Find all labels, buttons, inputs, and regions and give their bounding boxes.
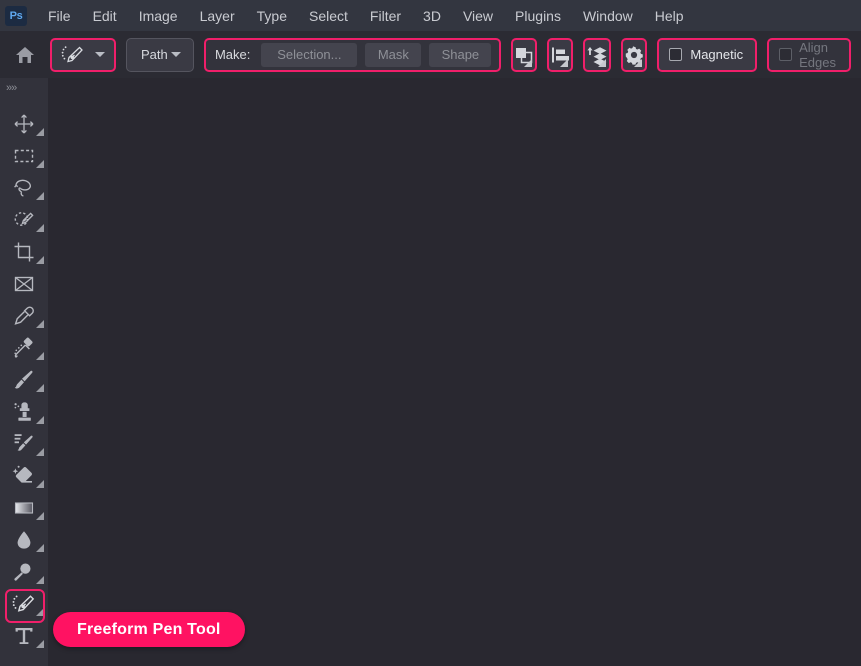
flyout-triangle-icon: [36, 320, 44, 328]
path-operations-button[interactable]: [511, 37, 538, 72]
menu-bar: Ps File Edit Image Layer Type Select Fil…: [0, 0, 861, 31]
flyout-triangle-icon: [36, 416, 44, 424]
flyout-triangle-icon: [36, 576, 44, 584]
home-icon: [16, 46, 34, 63]
dodge-icon: [14, 563, 31, 581]
flyout-triangle-icon: [598, 58, 607, 67]
path-mode-value: Path: [141, 47, 168, 62]
home-button[interactable]: [14, 40, 36, 70]
checkbox-box-icon: [779, 48, 793, 61]
lasso-icon: [14, 179, 31, 197]
tool-lasso[interactable]: [0, 172, 48, 204]
menu-image[interactable]: Image: [128, 4, 189, 28]
path-settings-gear-button[interactable]: [621, 37, 648, 72]
menu-window[interactable]: Window: [572, 4, 644, 28]
flyout-triangle-icon: [36, 224, 44, 232]
make-shape-button[interactable]: Shape: [429, 42, 492, 67]
frame-icon: [14, 276, 34, 292]
clone-stamp-icon: [14, 402, 31, 421]
tool-crop[interactable]: [0, 236, 48, 268]
flyout-triangle-icon: [36, 608, 44, 616]
tool-eraser[interactable]: [0, 460, 48, 492]
tool-history-brush[interactable]: [0, 428, 48, 460]
photoshop-window: Ps File Edit Image Layer Type Select Fil…: [0, 0, 861, 666]
marquee-icon: [14, 149, 34, 163]
path-mode-select[interactable]: Path: [126, 37, 194, 72]
flyout-triangle-icon: [36, 544, 44, 552]
eyedropper-icon: [14, 306, 34, 325]
flyout-triangle-icon: [36, 192, 44, 200]
tool-preset-picker[interactable]: [50, 37, 116, 72]
menu-view[interactable]: View: [452, 4, 504, 28]
move-icon: [14, 114, 34, 134]
make-group: Make: Selection... Mask Shape: [203, 37, 502, 72]
options-bar: Path Make: Selection... Mask Shape Magne…: [0, 31, 861, 78]
flyout-triangle-icon: [36, 352, 44, 360]
blur-icon: [17, 531, 31, 549]
tool-dodge[interactable]: [0, 556, 48, 588]
freeform-pen-icon: [12, 595, 35, 612]
path-arrangement-button[interactable]: [583, 37, 612, 72]
tool-clone-stamp[interactable]: [0, 396, 48, 428]
flyout-triangle-icon: [36, 512, 44, 520]
menu-plugins[interactable]: Plugins: [504, 4, 572, 28]
chevron-down-icon: [95, 52, 105, 57]
tool-freeform-pen[interactable]: [0, 588, 48, 623]
menu-select[interactable]: Select: [298, 4, 359, 28]
photoshop-logo: Ps: [5, 5, 27, 26]
tools-panel: »»: [0, 78, 48, 666]
tool-frame[interactable]: [0, 268, 48, 300]
path-alignment-button[interactable]: [547, 37, 574, 72]
chevron-down-icon: [170, 52, 181, 57]
make-selection-button[interactable]: Selection...: [261, 42, 358, 67]
tool-rectangular-marquee[interactable]: [0, 140, 48, 172]
menu-file[interactable]: File: [37, 4, 82, 28]
tool-horizontal-type[interactable]: [0, 620, 48, 652]
tool-brush[interactable]: [0, 364, 48, 396]
collapse-panel-button[interactable]: »»: [0, 78, 48, 98]
tool-object-selection[interactable]: [0, 204, 48, 236]
gradient-icon: [14, 502, 34, 514]
tool-name-callout: Freeform Pen Tool: [53, 612, 245, 647]
history-brush-icon: [14, 434, 33, 451]
align-edges-label: Align Edges: [799, 39, 836, 70]
align-edges-checkbox[interactable]: Align Edges: [767, 37, 851, 72]
menu-layer[interactable]: Layer: [189, 4, 246, 28]
checkbox-box-icon: [669, 48, 683, 61]
tool-gradient[interactable]: [0, 492, 48, 524]
tool-move[interactable]: [0, 108, 48, 140]
tool-blur[interactable]: [0, 524, 48, 556]
menu-filter[interactable]: Filter: [359, 4, 412, 28]
quick-selection-icon: [14, 212, 34, 226]
magnetic-checkbox[interactable]: Magnetic: [657, 37, 758, 72]
crop-icon: [14, 242, 34, 262]
make-mask-button[interactable]: Mask: [365, 42, 422, 67]
flyout-triangle-icon: [36, 256, 44, 264]
canvas-area[interactable]: [48, 78, 861, 666]
magnetic-label: Magnetic: [690, 47, 744, 62]
brush-icon: [14, 370, 33, 389]
flyout-triangle-icon: [36, 448, 44, 456]
flyout-triangle-icon: [36, 160, 44, 168]
freeform-pen-icon: [61, 45, 83, 62]
menu-help[interactable]: Help: [644, 4, 695, 28]
flyout-triangle-icon: [36, 128, 44, 136]
menu-3d[interactable]: 3D: [412, 4, 452, 28]
flyout-triangle-icon: [36, 384, 44, 392]
flyout-triangle-icon: [36, 640, 44, 648]
flyout-triangle-icon: [36, 480, 44, 488]
make-label: Make:: [214, 47, 251, 62]
healing-brush-icon: [14, 337, 33, 358]
tool-eyedropper[interactable]: [0, 300, 48, 332]
flyout-triangle-icon: [634, 58, 643, 67]
tool-spot-healing-brush[interactable]: [0, 332, 48, 364]
menu-type[interactable]: Type: [246, 4, 298, 28]
menu-edit[interactable]: Edit: [82, 4, 128, 28]
type-icon: [15, 628, 33, 644]
flyout-triangle-icon: [560, 58, 569, 67]
eraser-icon: [12, 465, 33, 483]
flyout-triangle-icon: [524, 58, 533, 67]
